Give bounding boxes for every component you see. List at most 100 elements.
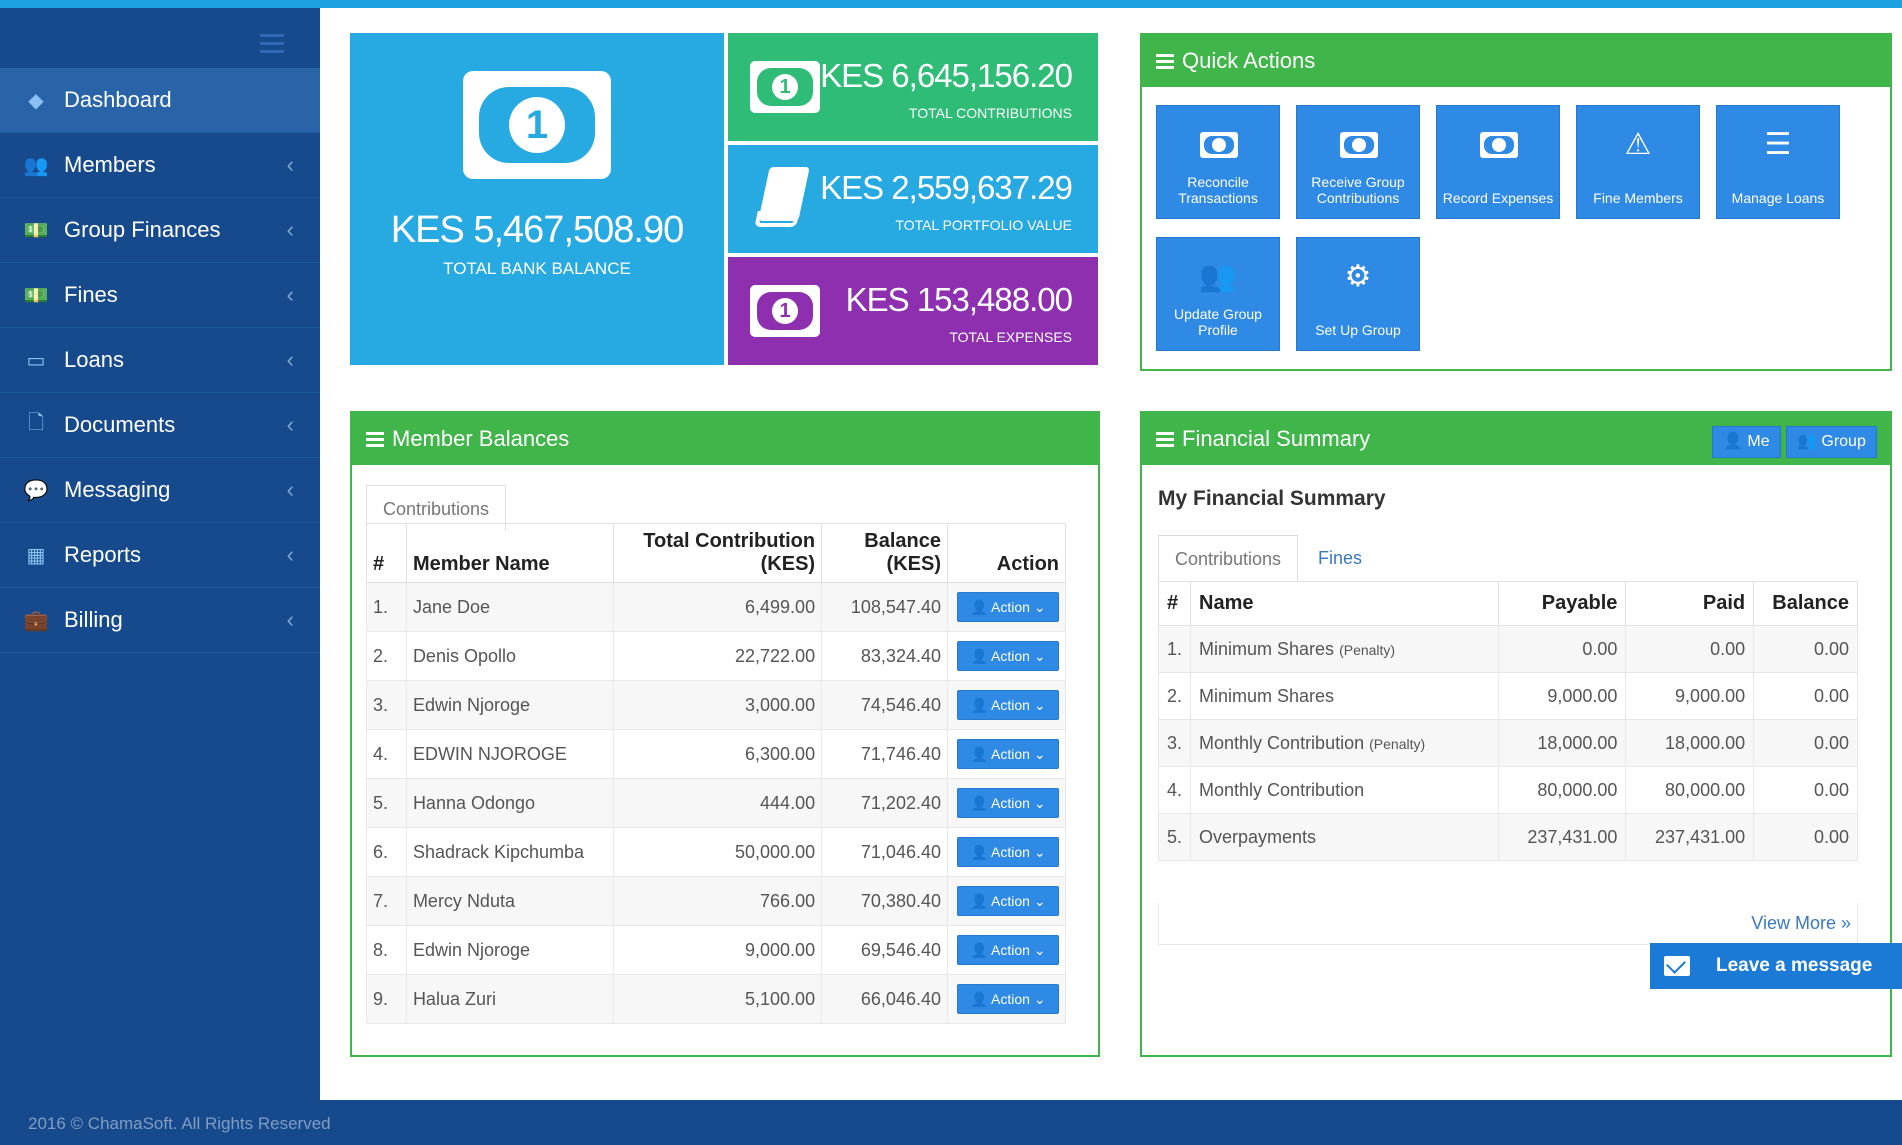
member-name-link[interactable]: Halua Zuri (405, 974, 615, 1024)
sidebar-item-members[interactable]: 👥 Members ‹ (0, 133, 320, 198)
summary-name-link[interactable]: Overpayments (1190, 813, 1499, 861)
member-name-link[interactable]: Hanna Odongo (405, 778, 615, 828)
sidebar-item-group-finances[interactable]: 💵 Group Finances ‹ (0, 198, 320, 263)
quick-action-receive-group-contributions[interactable]: Receive Group Contributions (1296, 105, 1420, 219)
warning-icon: ⚠ (1624, 128, 1652, 161)
member-balances-panel: Member Balances Contributions # Member N… (350, 411, 1100, 1057)
action-cell: 👤 Action ⌄ (946, 925, 1067, 975)
member-balances-table: # Member Name Total Contribution (KES) Ba… (366, 523, 1067, 1024)
sidebar-item-documents[interactable]: 🗋 Documents ‹ (0, 393, 320, 458)
group-button[interactable]: 👥 Group (1786, 426, 1877, 458)
summary-name: Minimum Shares (1199, 685, 1335, 706)
sidebar-item-reports[interactable]: ▦ Reports ‹ (0, 523, 320, 588)
quick-action-fine-members[interactable]: ⚠ Fine Members (1576, 105, 1700, 219)
tab-fines[interactable]: Fines (1302, 535, 1378, 581)
credit-card-icon: ▭ (26, 349, 46, 372)
action-dropdown-button[interactable]: 👤 Action ⌄ (957, 641, 1059, 671)
balance-value: 108,547.40 (821, 582, 948, 632)
paid-value: 0.00 (1625, 625, 1755, 673)
quick-action-update-group-profile[interactable]: 👥 Update Group Profile (1156, 237, 1280, 351)
member-name-link[interactable]: Edwin Njoroge (405, 925, 615, 975)
quick-action-set-up-group[interactable]: ⚙ Set Up Group (1296, 237, 1420, 351)
chevron-left-icon: ‹ (286, 412, 294, 437)
quick-action-manage-loans[interactable]: ☰ Manage Loans (1716, 105, 1840, 219)
action-dropdown-button[interactable]: 👤 Action ⌄ (957, 837, 1059, 867)
sidebar-item-fines[interactable]: 💵 Fines ‹ (0, 263, 320, 328)
summary-name-link[interactable]: Monthly Contribution (1190, 766, 1499, 814)
summary-name-link[interactable]: Minimum Shares (1190, 672, 1499, 720)
sidebar-item-dashboard[interactable]: ◆ Dashboard (0, 68, 320, 133)
action-dropdown-button[interactable]: 👤 Action ⌄ (957, 592, 1059, 622)
member-name-link[interactable]: Edwin Njoroge (405, 680, 615, 730)
stat-value: KES 153,488.00 (845, 281, 1073, 318)
copyright-text: 2016 © ChamaSoft. All Rights Reserved (28, 1114, 331, 1133)
table-row: 8. Edwin Njoroge 9,000.00 69,546.40 👤 Action… (366, 925, 1067, 975)
column-header: Action (946, 523, 1067, 583)
user-icon: 👤 (970, 697, 988, 713)
comments-icon: 💬 (23, 479, 49, 502)
member-name-link[interactable]: Shadrack Kipchumba (405, 827, 615, 877)
chevron-down-icon: ⌄ (1033, 697, 1046, 713)
column-header: Member Name (405, 523, 615, 583)
column-header-line: Balance (864, 530, 941, 552)
quick-action-reconcile-transactions[interactable]: Reconcile Transactions (1156, 105, 1280, 219)
table-header-row: # Name Payable Paid Balance (1157, 581, 1858, 626)
column-header: Payable (1497, 581, 1627, 626)
paid-value: 80,000.00 (1625, 766, 1755, 814)
stat-label: TOTAL CONTRIBUTIONS (908, 105, 1072, 121)
money-icon: 1 (463, 71, 611, 179)
action-dropdown-button[interactable]: 👤 Action ⌄ (957, 788, 1059, 818)
balance-value: 0.00 (1753, 672, 1858, 720)
member-name-link[interactable]: Mercy Nduta (405, 876, 615, 926)
tab-contributions[interactable]: Contributions (1158, 535, 1299, 581)
action-cell: 👤 Action ⌄ (946, 827, 1067, 877)
stat-total-expenses: 1 KES 153,488.00 TOTAL EXPENSES (728, 257, 1098, 365)
me-button[interactable]: 👤 Me (1712, 426, 1781, 458)
action-dropdown-button[interactable]: 👤 Action ⌄ (957, 690, 1059, 720)
briefcase-icon: 💼 (23, 609, 49, 632)
sidebar-item-label: Members (64, 152, 156, 177)
stat-label: TOTAL PORTFOLIO VALUE (895, 217, 1072, 233)
member-name-link[interactable]: Jane Doe (405, 582, 615, 632)
table-row: 5. Overpayments 237,431.00 237,431.00 0.00 (1157, 813, 1858, 861)
action-dropdown-button[interactable]: 👤 Action ⌄ (957, 739, 1059, 769)
row-number: 8. (366, 925, 407, 975)
penalty-suffix: (Penalty) (1369, 735, 1426, 752)
chevron-down-icon: ⌄ (1033, 795, 1046, 811)
stat-total-portfolio-value: KES 2,559,637.29 TOTAL PORTFOLIO VALUE (728, 145, 1098, 253)
quick-actions-panel: Quick Actions Reconcile Transactions Rece… (1140, 33, 1892, 371)
list-icon (1156, 53, 1174, 69)
money-icon (1480, 132, 1518, 158)
summary-name-link[interactable]: Minimum Shares (Penalty) (1190, 625, 1499, 673)
group-label: Group (1821, 433, 1866, 450)
summary-name-link[interactable]: Monthly Contribution (Penalty) (1190, 719, 1499, 767)
money-icon (1200, 132, 1238, 158)
table-row: 2. Denis Opollo 22,722.00 83,324.40 👤 Action… (366, 631, 1067, 681)
view-more-link[interactable]: View More » (1751, 913, 1851, 934)
money-icon: 💵 (23, 284, 49, 307)
action-label: Action (991, 697, 1030, 713)
column-header: # (1157, 581, 1192, 626)
total-contribution: 50,000.00 (613, 827, 823, 877)
action-dropdown-button[interactable]: 👤 Action ⌄ (957, 886, 1059, 916)
panel-header: Quick Actions (1142, 35, 1890, 87)
user-icon: 👤 (970, 599, 988, 615)
column-header: Paid (1625, 581, 1755, 626)
action-label: Action (991, 991, 1030, 1007)
row-number: 2. (366, 631, 407, 681)
menu-toggle-icon[interactable] (260, 34, 284, 54)
action-dropdown-button[interactable]: 👤 Action ⌄ (957, 984, 1059, 1014)
balance-value: 0.00 (1753, 766, 1858, 814)
summary-name: Minimum Shares (1199, 638, 1335, 659)
sidebar-item-loans[interactable]: ▭ Loans ‹ (0, 328, 320, 393)
member-name-link[interactable]: EDWIN NJOROGE (405, 729, 615, 779)
sidebar-item-billing[interactable]: 💼 Billing ‹ (0, 588, 320, 653)
leave-a-message-button[interactable]: Leave a message (1650, 943, 1902, 989)
action-dropdown-button[interactable]: 👤 Action ⌄ (957, 935, 1059, 965)
quick-action-record-expenses[interactable]: Record Expenses (1436, 105, 1560, 219)
footer: 2016 © ChamaSoft. All Rights Reserved (0, 1100, 1902, 1145)
action-cell: 👤 Action ⌄ (946, 974, 1067, 1024)
column-header: Balance (KES) (821, 523, 948, 583)
member-name-link[interactable]: Denis Opollo (405, 631, 615, 681)
sidebar-item-messaging[interactable]: 💬 Messaging ‹ (0, 458, 320, 523)
